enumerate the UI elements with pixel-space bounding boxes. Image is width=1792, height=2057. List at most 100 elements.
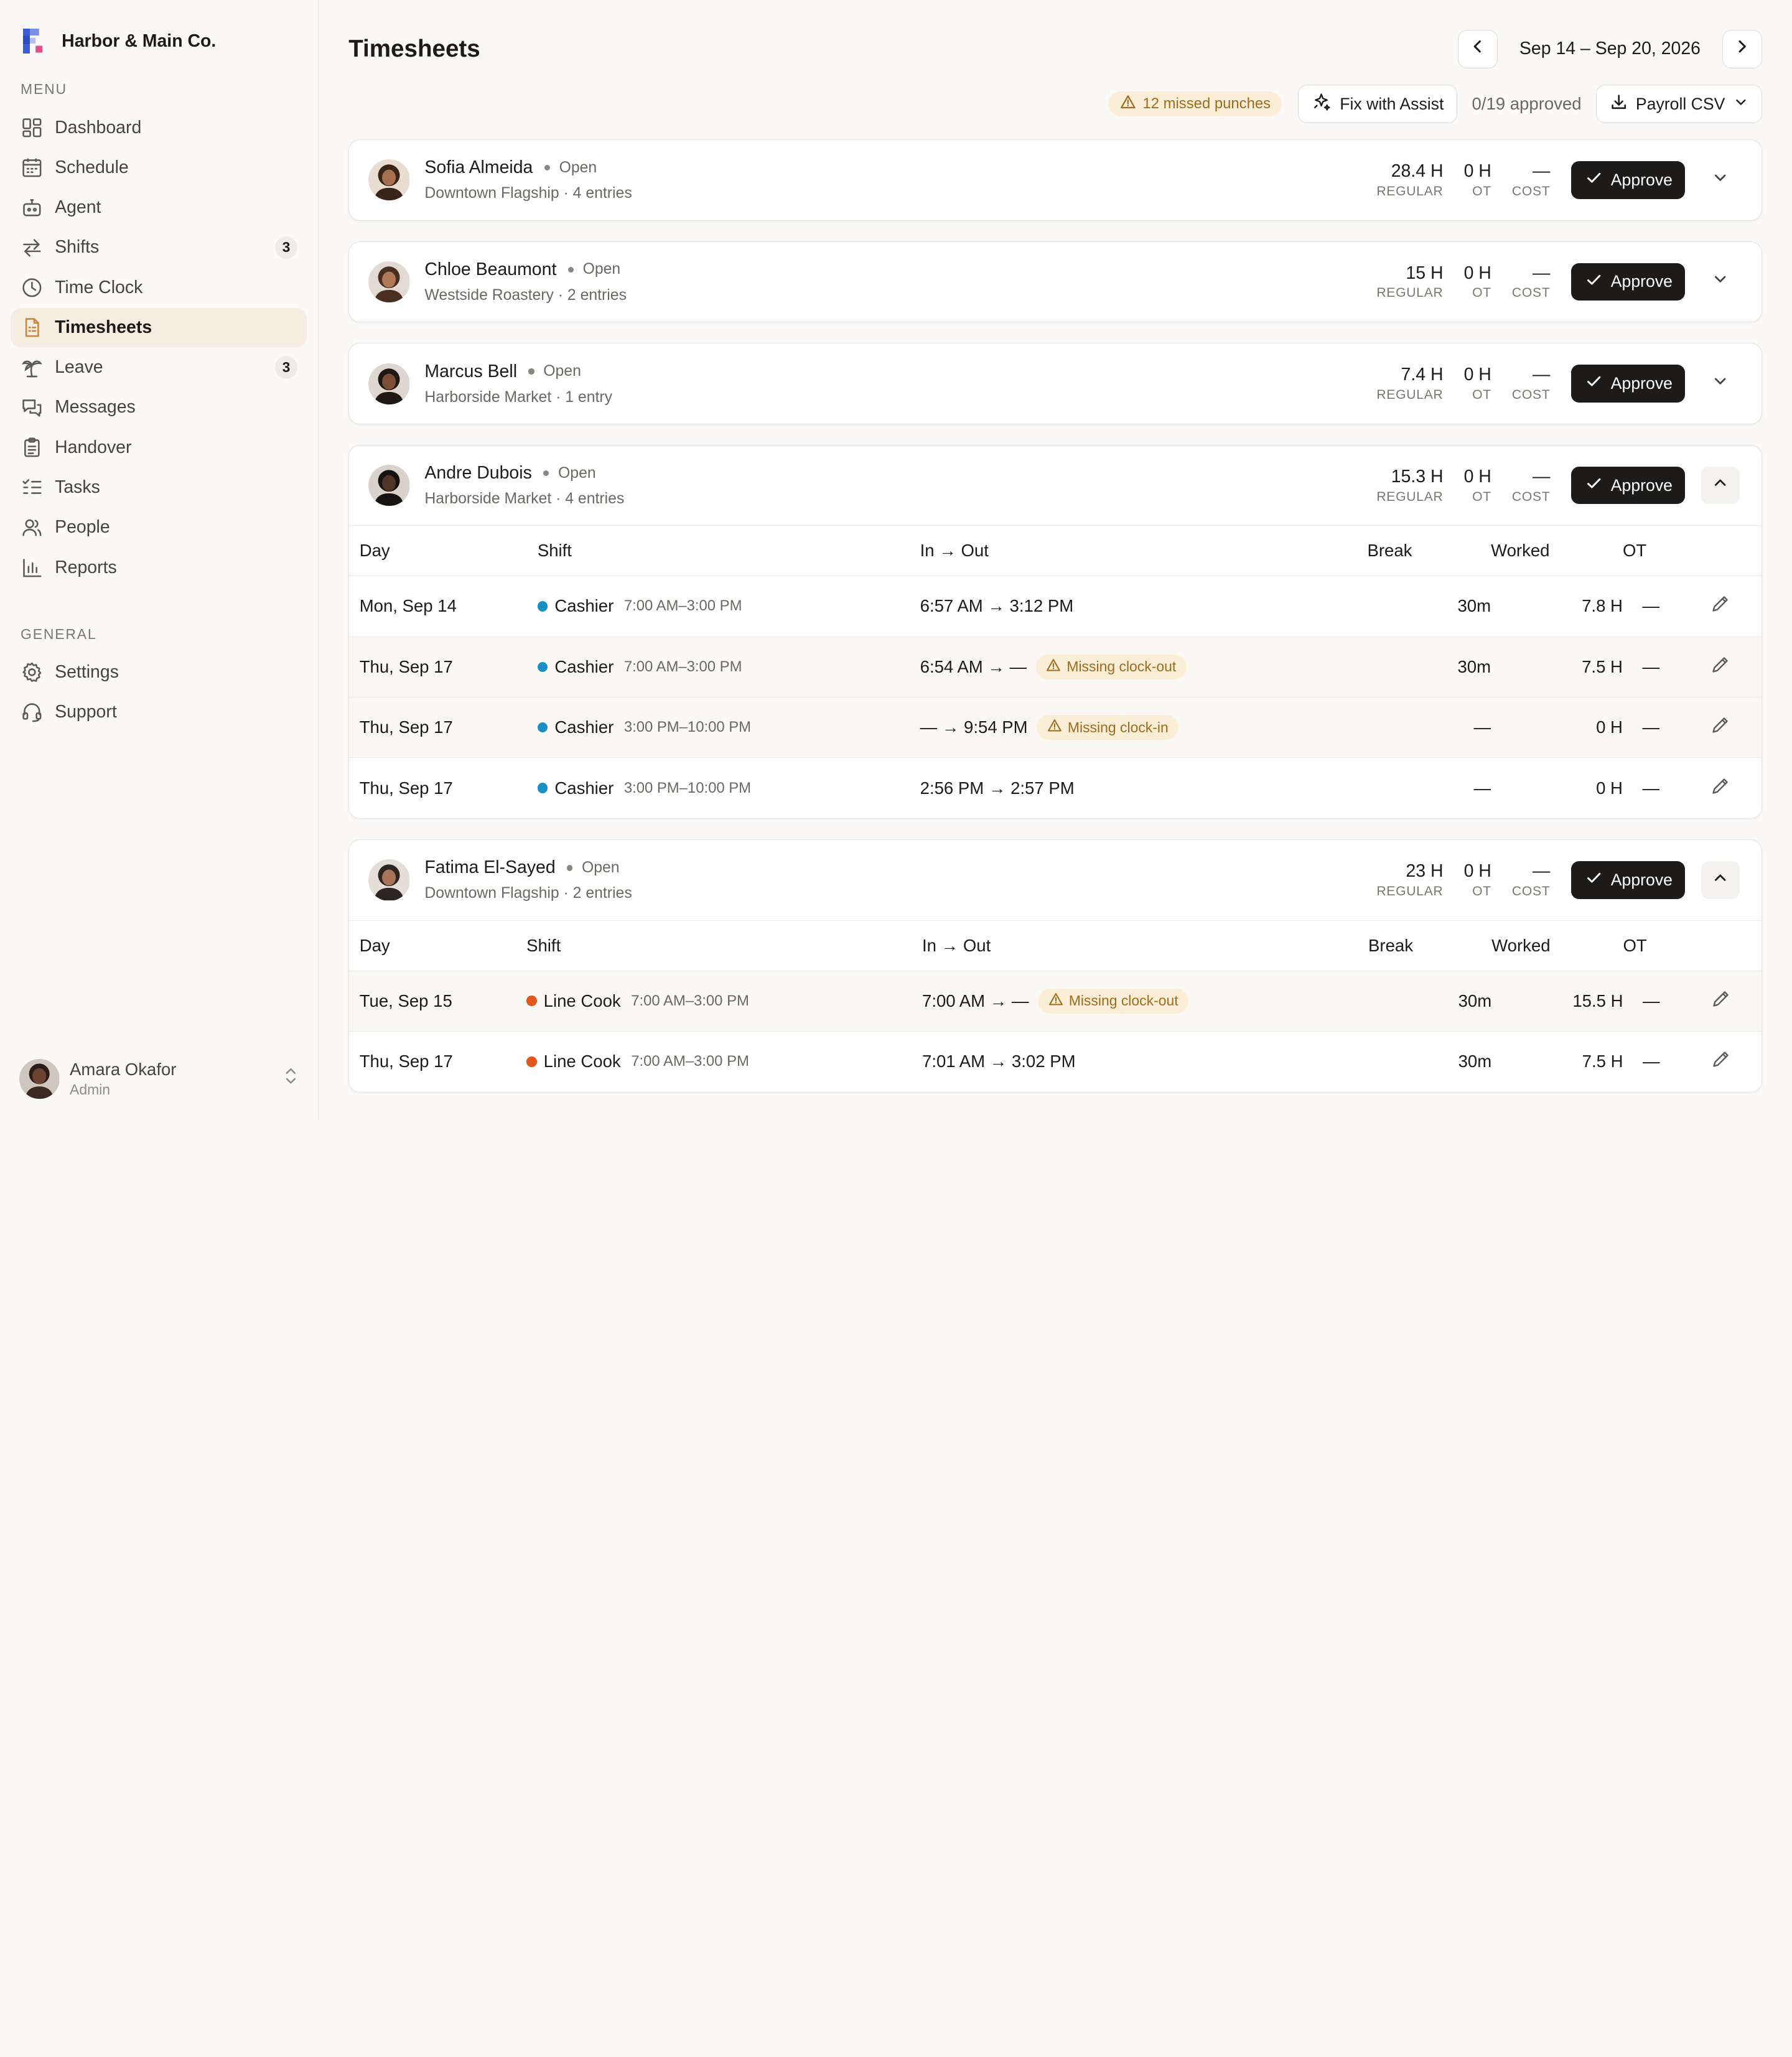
ot-hours-label: OT xyxy=(1472,387,1491,402)
ot-hours: 0 H OT xyxy=(1464,861,1491,899)
timesheet-card-header[interactable]: Chloe Beaumont Open Westside Roastery · … xyxy=(349,242,1762,322)
sidebar-item-people[interactable]: People xyxy=(11,508,307,547)
pencil-icon xyxy=(1710,989,1731,1014)
sidebar-item-handover[interactable]: Handover xyxy=(11,428,307,467)
sidebar-item-schedule[interactable]: Schedule xyxy=(11,148,307,187)
shifts-count-badge: 3 xyxy=(274,236,298,259)
approved-count: 0/19 approved xyxy=(1472,94,1582,114)
timesheet-card-header[interactable]: Andre Dubois Open Harborside Market · 4 … xyxy=(349,445,1762,526)
sidebar-item-label: Handover xyxy=(55,437,132,457)
sidebar-menu: Dashboard Schedule Agent Shifts 3 Time C… xyxy=(0,108,318,587)
sidebar-item-label: Messages xyxy=(55,397,136,417)
chevron-up-icon xyxy=(1711,869,1729,892)
ot-hours-label: OT xyxy=(1472,489,1491,504)
entry-ot: — xyxy=(1623,971,1680,1032)
entry-day: Thu, Sep 17 xyxy=(359,778,453,798)
ot-hours-value: 0 H xyxy=(1463,161,1491,181)
leave-count-badge: 3 xyxy=(274,356,298,380)
sidebar-item-tasks[interactable]: Tasks xyxy=(11,468,307,506)
entry-actions xyxy=(1679,1031,1762,1091)
shift-role: Line Cook xyxy=(543,1052,621,1071)
table-header-row: Day Shift In → Out Break Worked OT xyxy=(349,920,1762,971)
approve-button[interactable]: Approve xyxy=(1570,161,1686,199)
ot-hours: 0 H OT xyxy=(1464,263,1491,301)
approve-button[interactable]: Approve xyxy=(1570,861,1686,899)
sidebar-item-agent[interactable]: Agent xyxy=(11,188,307,226)
sidebar-item-shifts[interactable]: Shifts 3 xyxy=(11,228,307,267)
employee-location: Westside Roastery · 2 entries xyxy=(424,286,627,304)
entry-in-out: 2:56 PM → 2:57 PM xyxy=(920,758,1368,818)
approve-label: Approve xyxy=(1610,374,1673,393)
toolbar: 12 missed punches Fix with Assist 0/19 a… xyxy=(1108,84,1763,124)
payroll-csv-button[interactable]: Payroll CSV xyxy=(1596,84,1763,124)
sidebar-item-dashboard[interactable]: Dashboard xyxy=(11,108,307,147)
regular-hours: 23 H REGULAR xyxy=(1376,861,1443,899)
table-header-row: Day Shift In → Out Break Worked OT xyxy=(349,525,1762,577)
missing-punch-badge[interactable]: Missing clock-out xyxy=(1038,988,1189,1014)
table-row: Thu, Sep 17 Line Cook 7:00 AM–3:00 PM 7:0… xyxy=(349,1031,1762,1091)
approve-button[interactable]: Approve xyxy=(1570,466,1686,505)
date-navigator: Sep 14 – Sep 20, 2026 xyxy=(1457,29,1763,69)
employee-name: Marcus Bell xyxy=(424,361,518,381)
edit-entry-button[interactable] xyxy=(1679,989,1762,1014)
collapse-toggle-button[interactable] xyxy=(1701,861,1740,899)
edit-entry-button[interactable] xyxy=(1679,594,1762,618)
regular-hours-value: 23 H xyxy=(1406,861,1444,882)
sparkle-icon xyxy=(1311,91,1332,116)
sidebar-item-timesheets[interactable]: Timesheets xyxy=(10,308,307,347)
pencil-icon xyxy=(1710,1049,1731,1074)
next-week-button[interactable] xyxy=(1722,29,1763,69)
cost: — COST xyxy=(1512,861,1551,899)
clipboard-icon xyxy=(21,436,44,459)
timesheet-card-header[interactable]: Fatima El-Sayed Open Downtown Flagship ·… xyxy=(349,840,1762,920)
user-menu[interactable]: Amara Okafor Admin xyxy=(19,1056,302,1101)
ot-hours: 0 H OT xyxy=(1464,161,1491,199)
sidebar-item-messages[interactable]: Messages xyxy=(11,388,307,427)
missing-punch-badge[interactable]: Missing clock-out xyxy=(1035,654,1187,679)
sidebar-item-time-clock[interactable]: Time Clock xyxy=(11,268,307,307)
timesheet-list: Sofia Almeida Open Downtown Flagship · 4… xyxy=(348,139,1763,1113)
in-out-times: 7:00 AM → — xyxy=(922,991,1029,1010)
chevron-down-icon xyxy=(1711,372,1729,395)
check-icon xyxy=(1585,169,1603,191)
ot-hours-value: 0 H xyxy=(1463,466,1491,487)
timesheet-card-header[interactable]: Sofia Almeida Open Downtown Flagship · 4… xyxy=(349,140,1762,220)
sidebar-item-leave[interactable]: Leave 3 xyxy=(11,348,307,387)
expand-toggle-button[interactable] xyxy=(1701,263,1740,301)
edit-entry-button[interactable] xyxy=(1679,1049,1762,1074)
edit-entry-button[interactable] xyxy=(1679,655,1762,679)
approve-button[interactable]: Approve xyxy=(1570,263,1686,301)
expand-toggle-button[interactable] xyxy=(1701,365,1740,403)
pencil-icon xyxy=(1710,655,1730,679)
missed-punches-badge[interactable]: 12 missed punches xyxy=(1108,91,1282,117)
regular-hours-value: 28.4 H xyxy=(1391,161,1444,181)
edit-entry-button[interactable] xyxy=(1679,776,1762,801)
previous-week-button[interactable] xyxy=(1457,29,1498,69)
approve-button[interactable]: Approve xyxy=(1570,365,1686,403)
regular-hours: 15 H REGULAR xyxy=(1376,263,1443,301)
missing-punch-badge[interactable]: Missing clock-in xyxy=(1037,714,1179,740)
in-out-times: 6:54 AM → — xyxy=(920,656,1027,676)
sidebar-item-settings[interactable]: Settings xyxy=(11,653,307,691)
ot-hours: 0 H OT xyxy=(1464,467,1491,505)
sidebar-item-support[interactable]: Support xyxy=(11,693,307,731)
shift-role: Line Cook xyxy=(543,991,621,1010)
collapse-toggle-button[interactable] xyxy=(1701,466,1740,505)
cost-label: COST xyxy=(1511,286,1551,301)
sidebar-item-label: Support xyxy=(55,702,117,722)
fix-with-assist-button[interactable]: Fix with Assist xyxy=(1298,84,1457,124)
brand[interactable]: Harbor & Main Co. xyxy=(0,0,318,64)
column-header-day: Day xyxy=(349,920,527,971)
column-header-actions xyxy=(1679,920,1762,971)
chevron-up-down-icon xyxy=(279,1065,302,1093)
check-icon xyxy=(1585,869,1603,891)
timesheet-card-header[interactable]: Marcus Bell Open Harborside Market · 1 e… xyxy=(349,343,1762,424)
expand-toggle-button[interactable] xyxy=(1701,161,1740,199)
column-header-break: Break xyxy=(1368,920,1492,971)
main-content: Timesheets Sep 14 – Sep 20, 2026 12 miss… xyxy=(319,0,1792,1120)
column-header-shift: Shift xyxy=(537,525,920,577)
sidebar-item-reports[interactable]: Reports xyxy=(11,548,307,587)
entry-break: — xyxy=(1473,778,1491,798)
edit-entry-button[interactable] xyxy=(1679,715,1762,740)
ot-hours-value: 0 H xyxy=(1463,263,1491,283)
